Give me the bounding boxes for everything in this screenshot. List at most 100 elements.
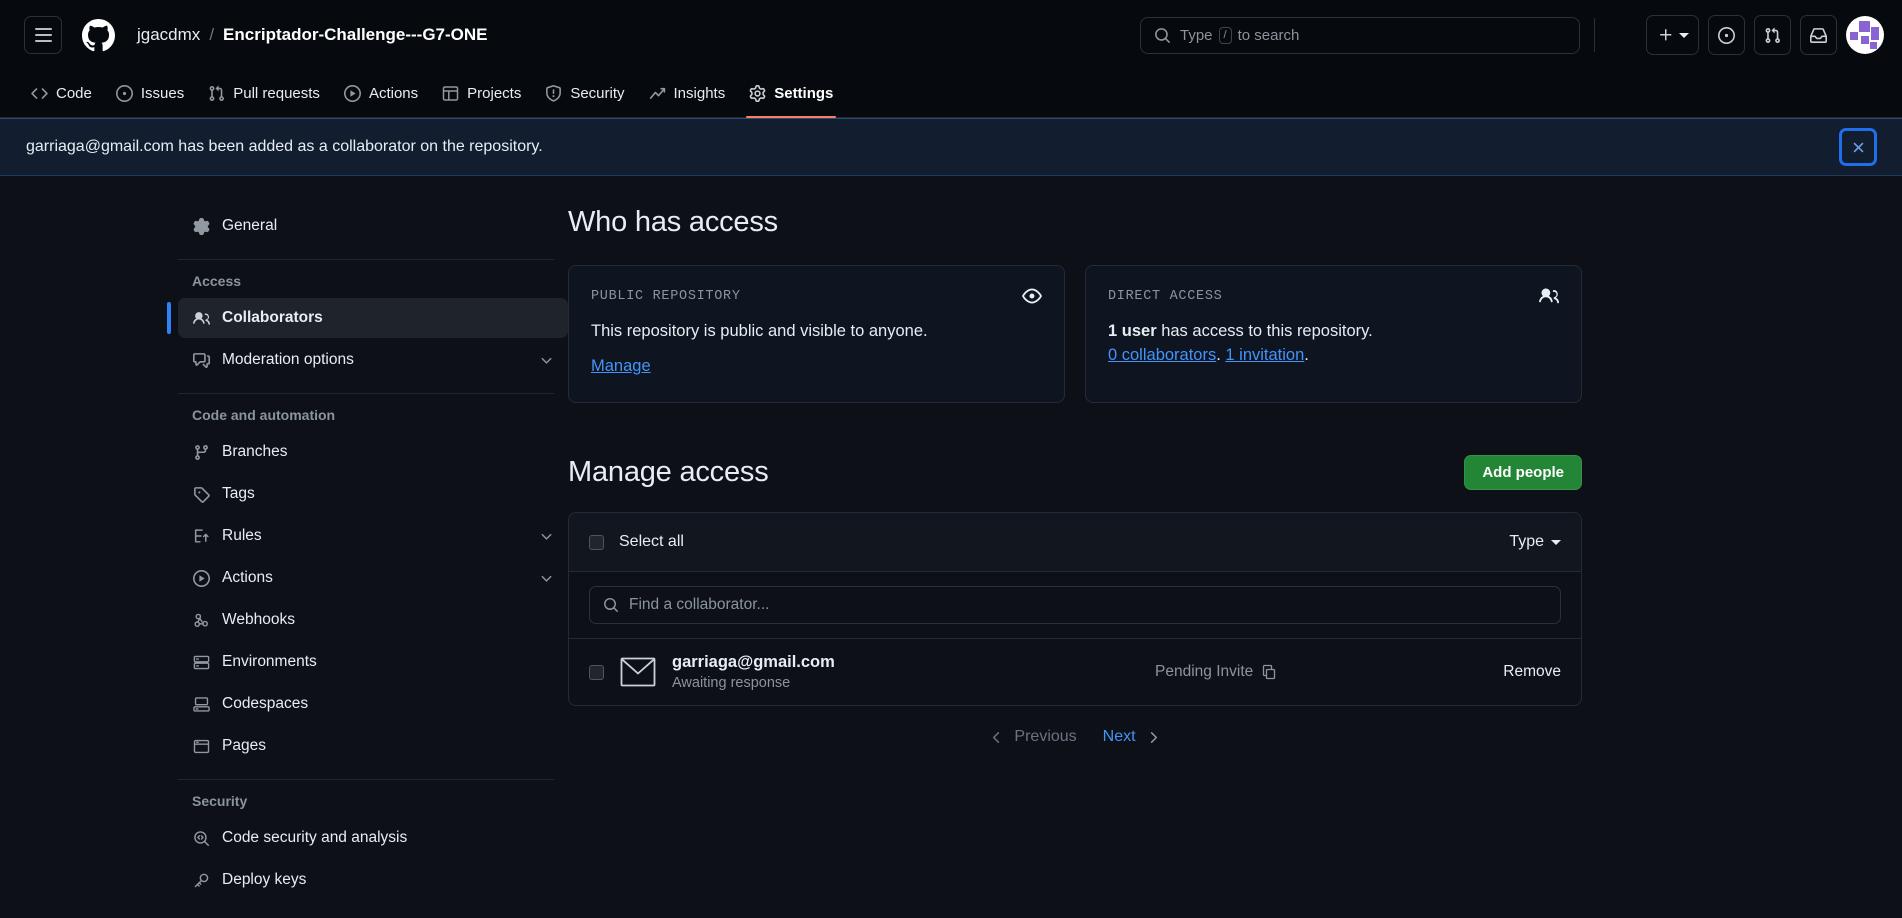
sidebar-item-label: Moderation options — [222, 351, 354, 368]
pagination: Previous Next — [568, 728, 1582, 746]
sidebar-item-label: Tags — [222, 485, 255, 502]
search-input[interactable]: Type / to search — [1140, 17, 1580, 54]
inbox-button[interactable] — [1800, 15, 1837, 55]
github-logo-icon[interactable] — [82, 18, 115, 52]
sidebar-divider — [178, 259, 554, 260]
git-pull-request-icon — [208, 85, 225, 102]
tab-settings[interactable]: Settings — [738, 70, 844, 118]
sidebar-item-tags[interactable]: Tags — [178, 474, 568, 514]
sidebar-item-codespaces[interactable]: Codespaces — [178, 684, 568, 724]
header-actions — [1646, 15, 1884, 55]
find-collaborator-input[interactable]: Find a collaborator... — [589, 586, 1561, 624]
chevron-down-icon[interactable] — [539, 571, 554, 586]
server-icon — [192, 654, 210, 671]
mail-icon — [620, 657, 656, 687]
manage-access-title: Manage access — [568, 456, 769, 488]
tab-code[interactable]: Code — [20, 70, 103, 117]
search-slash-key: / — [1218, 27, 1232, 44]
table-icon — [442, 85, 459, 102]
previous-page-button[interactable]: Previous — [989, 728, 1077, 746]
user-count: 1 user — [1108, 322, 1157, 340]
chevron-right-icon — [1146, 730, 1161, 745]
sidebar-item-code-security-and-analysis[interactable]: Code security and analysis — [178, 818, 568, 858]
browser-icon — [192, 738, 210, 755]
avatar[interactable] — [1846, 16, 1884, 54]
remove-collaborator-button[interactable]: Remove — [1503, 663, 1561, 681]
gear-icon — [192, 217, 210, 235]
shield-icon — [545, 85, 562, 102]
flash-banner: garriaga@gmail.com has been added as a c… — [0, 118, 1902, 176]
tab-label: Code — [56, 85, 92, 102]
sidebar-item-collaborators[interactable]: Collaborators — [167, 298, 568, 338]
add-people-button[interactable]: Add people — [1464, 455, 1582, 490]
issue-opened-icon — [115, 85, 133, 102]
issues-button[interactable] — [1708, 15, 1745, 55]
select-all-checkbox[interactable] — [589, 534, 604, 550]
card-kicker: PUBLIC REPOSITORY — [591, 288, 741, 304]
hamburger-bar — [34, 34, 52, 36]
pull-requests-button[interactable] — [1754, 15, 1791, 55]
hamburger-bar — [34, 40, 52, 42]
collaborator-search-wrap: Find a collaborator... — [569, 572, 1581, 639]
tab-insights[interactable]: Insights — [638, 70, 737, 117]
sidebar-item-moderation-options[interactable]: Moderation options — [178, 340, 568, 380]
collaborator-email: garriaga@gmail.com — [672, 653, 835, 671]
inbox-icon — [1810, 27, 1827, 43]
pending-invite-badge[interactable]: Pending Invite — [1155, 663, 1277, 681]
hamburger-icon[interactable] — [24, 16, 62, 54]
next-page-button[interactable]: Next — [1103, 728, 1161, 746]
sidebar-item-general[interactable]: General — [178, 206, 568, 246]
tab-issues[interactable]: Issues — [105, 70, 195, 117]
tab-label: Actions — [368, 85, 419, 102]
breadcrumb-separator: / — [209, 25, 215, 44]
sidebar-group-title-security: Security — [192, 793, 248, 809]
settings-sidebar: General Access Collaborators Moderation … — [167, 206, 568, 918]
sidebar-item-pages[interactable]: Pages — [178, 726, 568, 766]
eye-icon — [1022, 286, 1042, 306]
copy-icon[interactable] — [1261, 664, 1277, 680]
tab-security[interactable]: Security — [534, 70, 635, 117]
sidebar-item-webhooks[interactable]: Webhooks — [178, 600, 568, 640]
global-header: jgacdmx / Encriptador-Challenge---G7-ONE… — [0, 0, 1902, 70]
direct-access-card: DIRECT ACCESS 1 user has access to this … — [1085, 265, 1582, 403]
layout-spacer — [0, 206, 178, 918]
tab-label: Pull requests — [233, 85, 320, 102]
breadcrumb-owner[interactable]: jgacdmx — [137, 25, 200, 45]
breadcrumb-repo[interactable]: Encriptador-Challenge---G7-ONE — [223, 25, 487, 45]
manage-link[interactable]: Manage — [591, 357, 651, 376]
create-new-button[interactable] — [1646, 15, 1699, 55]
close-icon[interactable] — [1839, 128, 1877, 166]
plus-icon — [1660, 29, 1672, 41]
sidebar-item-actions[interactable]: Actions — [178, 558, 568, 598]
chevron-down-icon[interactable] — [539, 353, 554, 368]
avatar-block — [1861, 36, 1869, 44]
sidebar-item-label: Actions — [222, 569, 273, 586]
card-kicker: DIRECT ACCESS — [1108, 288, 1223, 304]
chevron-down-icon[interactable] — [539, 529, 554, 544]
search-icon — [1154, 27, 1171, 44]
issue-opened-icon — [1718, 26, 1735, 44]
tab-projects[interactable]: Projects — [431, 70, 532, 117]
trailing-period: . — [1304, 345, 1309, 364]
invitation-link[interactable]: 1 invitation — [1225, 346, 1304, 364]
sidebar-item-rules[interactable]: Rules — [178, 516, 568, 556]
tab-actions[interactable]: Actions — [333, 70, 429, 117]
sidebar-item-label: General — [222, 217, 278, 234]
tab-pull-requests[interactable]: Pull requests — [197, 70, 331, 117]
tab-label: Security — [570, 85, 625, 102]
table-row: garriaga@gmail.com Awaiting response Pen… — [569, 639, 1581, 705]
row-checkbox[interactable] — [589, 664, 604, 680]
collaborators-link[interactable]: 0 collaborators — [1108, 346, 1216, 364]
panel-header: Select all Type — [569, 513, 1581, 572]
sidebar-item-deploy-keys[interactable]: Deploy keys — [178, 860, 568, 900]
rules-icon — [192, 528, 210, 545]
search-placeholder: Type / to search — [1180, 27, 1299, 44]
card-body: This repository is public and visible to… — [591, 322, 928, 340]
sidebar-item-environments[interactable]: Environments — [178, 642, 568, 682]
next-page-label: Next — [1102, 728, 1136, 745]
webhook-icon — [192, 612, 210, 629]
sidebar-item-label: Pages — [222, 737, 266, 754]
type-filter-dropdown[interactable]: Type — [1509, 533, 1561, 551]
sidebar-item-branches[interactable]: Branches — [178, 432, 568, 472]
sidebar-group-title-access: Access — [192, 273, 242, 289]
